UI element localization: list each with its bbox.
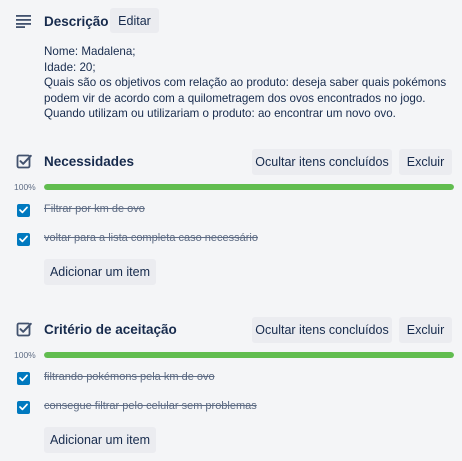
checkmark-icon <box>17 400 30 414</box>
checkmark-icon <box>17 203 30 217</box>
description-line: Idade: 20; <box>44 60 96 74</box>
progress-percent: 100% <box>14 350 36 360</box>
checklist-item-checkbox[interactable] <box>17 232 30 246</box>
checklist-title: Critério de aceitação <box>44 322 177 337</box>
description-text: Nome: Madalena; Idade: 20; Quais são os … <box>44 44 454 122</box>
edit-description-button[interactable]: Editar <box>110 8 159 33</box>
add-item-button[interactable]: Adicionar um item <box>44 259 156 285</box>
checklist-icon <box>16 153 32 169</box>
checklist-icon <box>16 321 32 337</box>
progress-fill <box>44 352 454 358</box>
hide-completed-button[interactable]: Ocultar itens concluídos <box>252 317 392 343</box>
progress-percent: 100% <box>14 182 36 192</box>
hide-completed-button[interactable]: Ocultar itens concluídos <box>252 149 392 175</box>
description-line: Nome: Madalena; <box>44 45 136 58</box>
checklist-item-text[interactable]: voltar para a lista completa caso necess… <box>44 232 258 244</box>
checkmark-icon <box>17 232 30 246</box>
progress-bar <box>44 352 454 358</box>
progress-fill <box>44 184 454 190</box>
checklist-item-checkbox[interactable] <box>17 400 30 414</box>
checklist-item-checkbox[interactable] <box>17 371 30 385</box>
add-item-button[interactable]: Adicionar um item <box>44 427 156 453</box>
description-lines-icon <box>15 14 32 28</box>
checklist-item-text[interactable]: Filtrar por km de ovo <box>44 203 145 215</box>
checkmark-icon <box>17 371 30 385</box>
description-line: podem vir de acordo com a quilometragem … <box>44 91 426 105</box>
checklist-item-checkbox[interactable] <box>17 203 30 217</box>
description-line: Quais são os objetivos com relação ao pr… <box>44 76 447 90</box>
delete-checklist-button[interactable]: Excluir <box>399 317 452 343</box>
checklist-item-text[interactable]: filtrando pokémons pela km de ovo <box>44 371 215 383</box>
delete-checklist-button[interactable]: Excluir <box>399 149 452 175</box>
checklist-item-text[interactable]: consegue filtrar pelo celular sem proble… <box>44 400 257 412</box>
description-title: Descrição <box>44 14 109 29</box>
checklist-title: Necessidades <box>44 154 135 169</box>
progress-bar <box>44 184 454 190</box>
description-line: Quando utilizam ou utilizariam o produto… <box>44 107 396 121</box>
